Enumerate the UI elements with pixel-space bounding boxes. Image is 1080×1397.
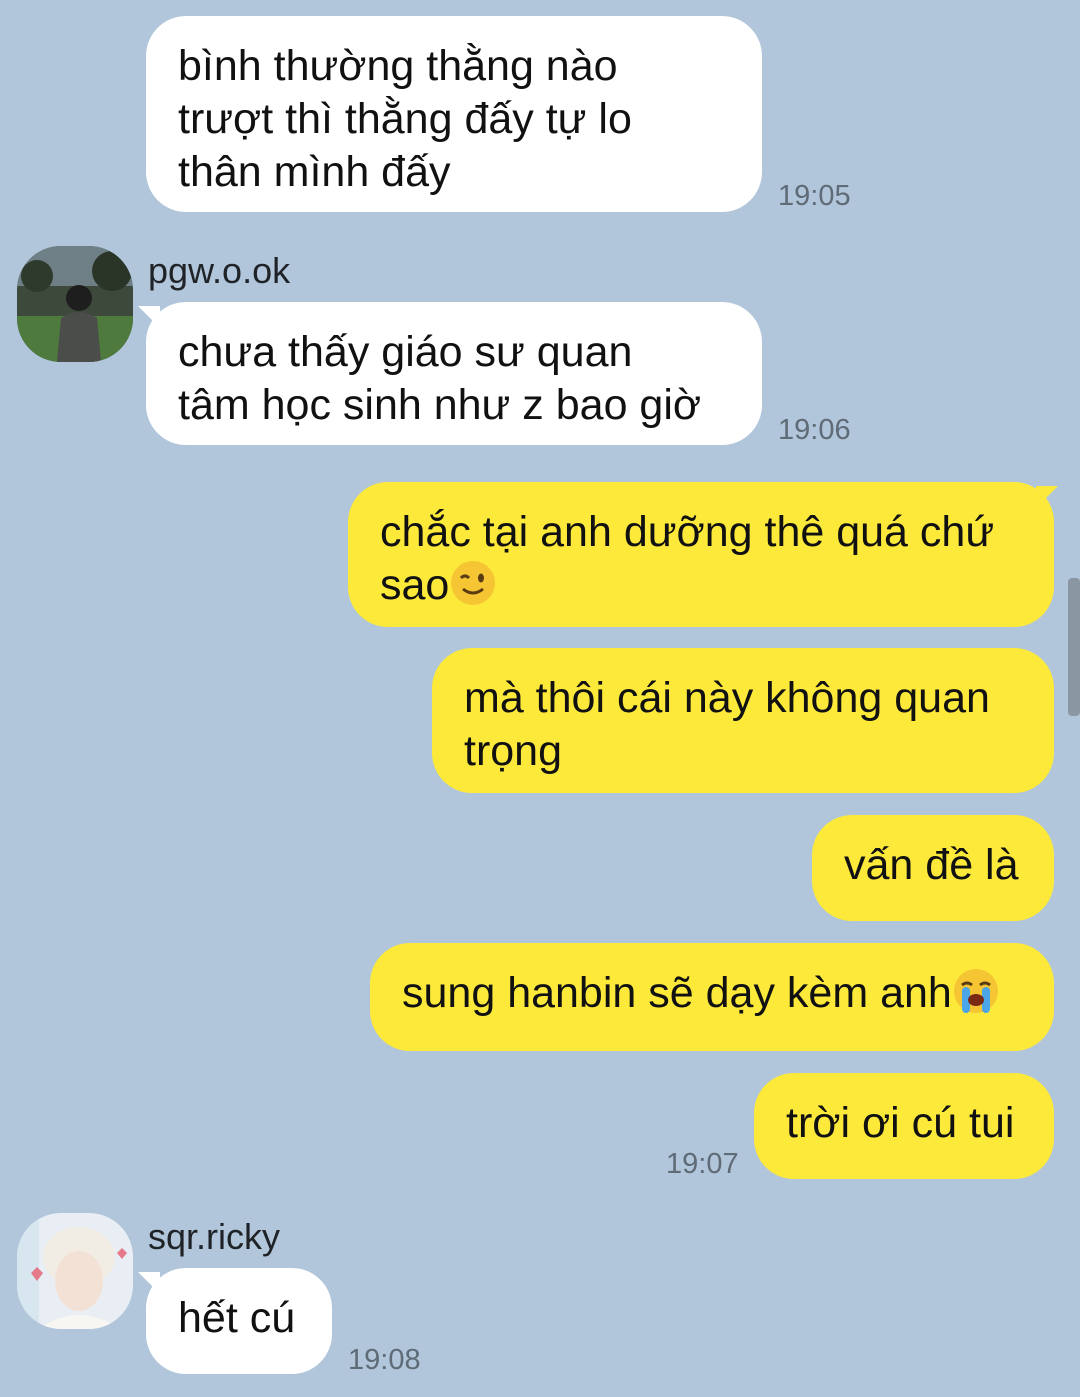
sender-name: pgw.o.ok bbox=[148, 250, 291, 291]
message-text-line: trời ơi cú tui bbox=[786, 1099, 1015, 1147]
message-text-line: tâm học sinh như z bao giờ bbox=[178, 381, 702, 429]
scrollbar-thumb[interactable] bbox=[1068, 578, 1080, 716]
sender-avatar[interactable] bbox=[17, 246, 133, 362]
outgoing-message-bubble[interactable]: vấn đề là bbox=[812, 815, 1054, 921]
message-text-line: thân mình đấy bbox=[178, 148, 451, 196]
message-text-line: trượt thì thằng đấy tự lo bbox=[178, 95, 632, 143]
loudly-crying-face-emoji-icon bbox=[953, 969, 998, 1013]
avatar-photo-icon bbox=[17, 1213, 133, 1329]
sender-avatar[interactable] bbox=[17, 1213, 133, 1329]
message-timestamp: 19:08 bbox=[348, 1344, 421, 1376]
message-text-line: sao bbox=[380, 559, 1022, 612]
message-text-line: hết cú bbox=[178, 1294, 296, 1342]
outgoing-message-bubble[interactable]: chắc tại anh dưỡng thê quá chứ sao bbox=[348, 482, 1054, 627]
message-text-line: mà thôi cái này không quan bbox=[464, 674, 990, 722]
message-timestamp: 19:06 bbox=[778, 414, 851, 446]
message-text-fragment: sung hanbin sẽ dạy kèm anh bbox=[402, 969, 952, 1017]
message-text-line: bình thường thằng nào bbox=[178, 42, 618, 90]
avatar-photo-icon bbox=[17, 246, 133, 362]
message-text-line: trọng bbox=[464, 727, 563, 775]
outgoing-message-bubble[interactable]: trời ơi cú tui bbox=[754, 1073, 1054, 1179]
message-text-line: chưa thấy giáo sư quan bbox=[178, 328, 633, 376]
winking-face-emoji-icon bbox=[451, 561, 496, 605]
sender-name: sqr.ricky bbox=[148, 1216, 281, 1257]
outgoing-message-bubble[interactable]: sung hanbin sẽ dạy kèm anh bbox=[370, 943, 1054, 1051]
incoming-message-bubble[interactable]: hết cú bbox=[146, 1268, 332, 1374]
message-text-line: chắc tại anh dưỡng thê quá chứ bbox=[380, 508, 995, 556]
message-text-line: sung hanbin sẽ dạy kèm anh bbox=[402, 967, 1022, 1020]
incoming-message-bubble[interactable]: bình thường thằng nào trượt thì thằng đấ… bbox=[146, 16, 762, 212]
message-text-line: vấn đề là bbox=[844, 841, 1019, 889]
incoming-message-bubble[interactable]: chưa thấy giáo sư quan tâm học sinh như … bbox=[146, 302, 762, 445]
message-text-fragment: sao bbox=[380, 561, 450, 609]
message-timestamp: 19:05 bbox=[778, 180, 851, 212]
outgoing-message-bubble[interactable]: mà thôi cái này không quan trọng bbox=[432, 648, 1054, 793]
message-timestamp: 19:07 bbox=[666, 1148, 739, 1180]
